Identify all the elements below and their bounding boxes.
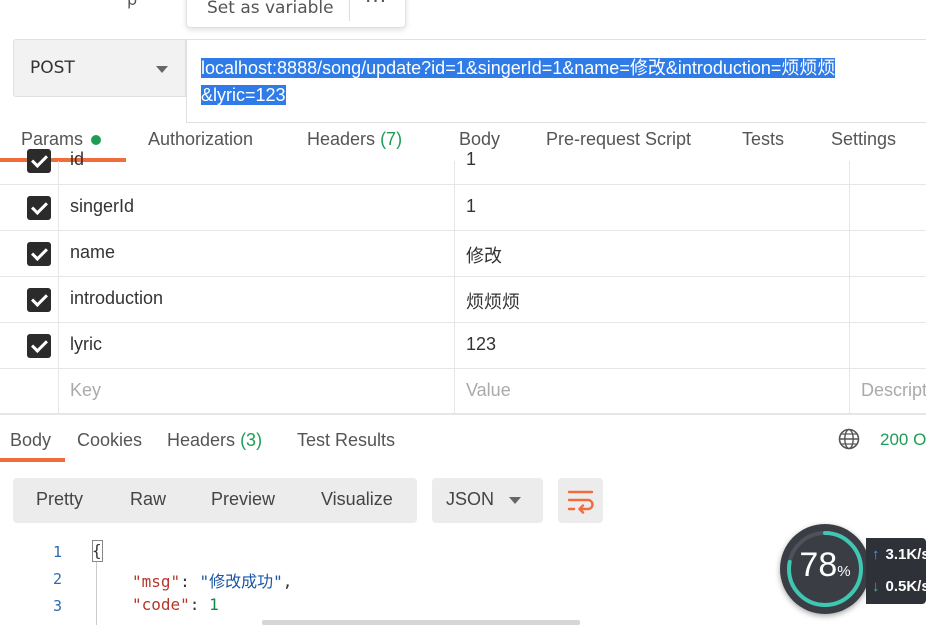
new-key-input[interactable]: Key <box>70 380 101 401</box>
usage-unit: % <box>837 563 851 580</box>
view-mode-segment: Pretty Raw Preview Visualize <box>13 478 417 523</box>
response-tab-headers[interactable]: Headers (3) <box>167 430 262 451</box>
tab-pre-request-script[interactable]: Pre-request Script <box>546 129 691 150</box>
code-line: { <box>92 541 102 560</box>
performance-widget[interactable]: 78% <box>780 524 870 614</box>
tab-headers[interactable]: Headers (7) <box>307 129 402 150</box>
tab-body[interactable]: Body <box>459 129 500 150</box>
param-checkbox[interactable] <box>27 334 51 358</box>
set-as-variable-button[interactable]: Set as variable <box>207 0 334 18</box>
param-checkbox[interactable] <box>27 288 51 312</box>
upload-value: 3.1K/s <box>885 546 926 563</box>
param-key[interactable]: lyric <box>70 334 102 355</box>
code-line: "msg": "修改成功", <box>132 572 293 591</box>
usage-value: 78 <box>799 546 838 584</box>
tab-params-label: Params <box>21 129 84 149</box>
url-input[interactable]: localhost:8888/song/update?id=1&singerId… <box>186 39 926 123</box>
table-row: id 1 <box>0 149 926 185</box>
horizontal-scrollbar[interactable] <box>262 620 580 625</box>
tab-authorization[interactable]: Authorization <box>148 129 253 150</box>
param-checkbox[interactable] <box>27 196 51 220</box>
chevron-down-icon <box>509 497 521 504</box>
line-number: 2 <box>52 570 62 588</box>
param-key[interactable]: introduction <box>70 288 163 309</box>
param-value[interactable]: 修改 <box>466 242 502 268</box>
pane-divider[interactable] <box>0 413 926 414</box>
upload-speed: ↑ 3.1K/s <box>872 546 926 563</box>
globe-icon[interactable] <box>838 428 860 450</box>
tab-settings[interactable]: Settings <box>831 129 896 150</box>
download-value: 0.5K/s <box>885 578 926 595</box>
params-active-dot-icon <box>91 135 102 146</box>
wrap-lines-icon <box>567 490 594 514</box>
new-value-input[interactable]: Value <box>466 380 511 401</box>
code-line: "code": 1 <box>132 595 219 614</box>
json-string: "修改成功" <box>199 572 283 591</box>
json-number: 1 <box>209 595 219 614</box>
tab-tests[interactable]: Tests <box>742 129 784 150</box>
tab-headers-count: (7) <box>380 129 403 149</box>
response-tab-headers-label: Headers <box>167 430 236 450</box>
request-tabs: Params Authorization Headers (7) Body Pr… <box>0 124 926 164</box>
wrap-lines-button[interactable] <box>558 478 603 523</box>
params-table: id 1 singerId 1 name 修改 introduction 烦烦烦… <box>0 149 926 415</box>
table-row-new: Key Value Description <box>0 369 926 415</box>
json-key: "msg" <box>132 572 181 591</box>
table-row: lyric 123 <box>0 323 926 369</box>
tab-title-fragment: p <box>127 0 137 9</box>
method-select[interactable]: POST <box>13 39 186 97</box>
param-value[interactable]: 1 <box>466 149 476 170</box>
param-value[interactable]: 123 <box>466 334 496 355</box>
table-row: singerId 1 <box>0 185 926 231</box>
param-checkbox[interactable] <box>27 149 51 173</box>
json-key: "code" <box>132 595 190 614</box>
url-text-line1: localhost:8888/song/update?id=1&singerId… <box>201 58 836 78</box>
status-badge: 200 OK <box>880 430 926 449</box>
response-tab-test-results[interactable]: Test Results <box>297 430 395 451</box>
indent-guide <box>96 562 97 625</box>
param-key[interactable]: name <box>70 242 115 263</box>
url-text-line2: &lyric=123 <box>201 85 286 105</box>
active-response-tab-indicator <box>0 458 65 462</box>
param-key[interactable]: id <box>70 149 84 170</box>
download-speed: ↓ 0.5K/s <box>872 578 926 595</box>
param-value[interactable]: 1 <box>466 196 476 217</box>
response-tabs: Body Cookies Headers (3) Test Results 20… <box>0 420 926 464</box>
line-number: 3 <box>52 597 62 615</box>
table-row: name 修改 <box>0 231 926 277</box>
param-value[interactable]: 烦烦烦 <box>466 288 520 314</box>
network-speed-panel: ↑ 3.1K/s ↓ 0.5K/s <box>866 538 926 604</box>
arrow-up-icon: ↑ <box>872 546 880 563</box>
set-variable-tooltip: Set as variable ··· <box>186 0 406 28</box>
view-pretty[interactable]: Pretty <box>36 489 83 510</box>
response-tab-headers-count: (3) <box>240 430 263 450</box>
usage-percent: 78% <box>780 546 870 585</box>
line-number: 1 <box>52 543 62 561</box>
more-options-icon[interactable]: ··· <box>365 0 387 13</box>
view-raw[interactable]: Raw <box>130 489 166 510</box>
arrow-down-icon: ↓ <box>872 578 880 595</box>
chevron-down-icon <box>156 66 168 73</box>
response-tab-body[interactable]: Body <box>10 430 51 451</box>
tab-headers-label: Headers <box>307 129 376 149</box>
format-select[interactable]: JSON <box>432 478 543 523</box>
param-key[interactable]: singerId <box>70 196 134 217</box>
tab-params[interactable]: Params <box>21 129 102 150</box>
response-tab-cookies[interactable]: Cookies <box>77 430 142 451</box>
view-preview[interactable]: Preview <box>211 489 275 510</box>
new-description-input[interactable]: Description <box>861 380 926 401</box>
table-row: introduction 烦烦烦 <box>0 277 926 323</box>
view-visualize[interactable]: Visualize <box>321 489 393 510</box>
param-checkbox[interactable] <box>27 242 51 266</box>
format-label: JSON <box>446 489 495 509</box>
tooltip-divider <box>349 0 350 21</box>
method-label: POST <box>30 58 75 78</box>
